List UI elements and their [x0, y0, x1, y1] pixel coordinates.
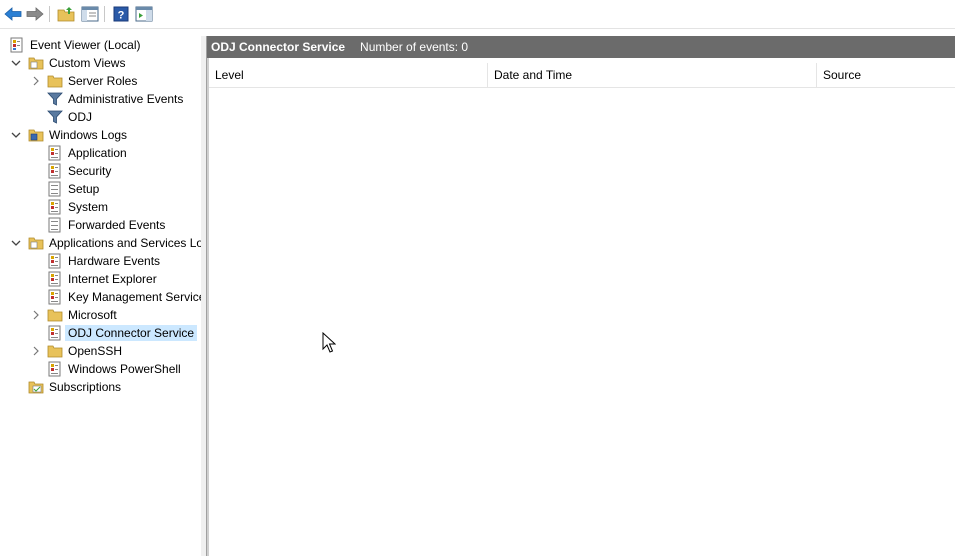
- tree-item-label: Microsoft: [68, 308, 117, 322]
- tree-item-label: Windows Logs: [49, 128, 128, 142]
- folder-icon: [28, 55, 44, 71]
- chevron-right-icon[interactable]: [31, 346, 41, 356]
- tree-item-label: System: [68, 200, 109, 214]
- event-log-icon: [47, 325, 63, 341]
- tree-item-server-roles[interactable]: Server Roles: [3, 72, 201, 90]
- folder-icon: [47, 343, 63, 359]
- tree-item-applications-and-services-logs[interactable]: Applications and Services Lo: [3, 234, 201, 252]
- event-count: Number of events: 0: [360, 40, 469, 54]
- subscriptions-icon: [28, 379, 44, 395]
- folder-icon: [47, 307, 63, 323]
- tree-item-windows-powershell[interactable]: Windows PowerShell: [3, 360, 201, 378]
- forward-arrow-icon[interactable]: [25, 4, 45, 24]
- event-log-icon: [47, 271, 63, 287]
- event-viewer-icon: [9, 37, 25, 53]
- chevron-right-icon[interactable]: [31, 310, 41, 320]
- tree-item-label: Server Roles: [68, 74, 138, 88]
- tree-item-label: Setup: [68, 182, 100, 196]
- tree-item-application[interactable]: Application: [3, 144, 201, 162]
- tree-item-internet-explorer[interactable]: Internet Explorer: [3, 270, 201, 288]
- column-header-date-and-time[interactable]: Date and Time: [488, 63, 816, 87]
- event-list[interactable]: [209, 88, 955, 556]
- tree-item-label: Forwarded Events: [68, 218, 166, 232]
- tree-item-label: Key Management Service: [68, 290, 202, 304]
- chevron-down-icon[interactable]: [11, 238, 21, 248]
- toolbar-separator: [49, 6, 50, 22]
- tree-item-label: Hardware Events: [68, 254, 161, 268]
- folder-icon: [47, 73, 63, 89]
- console-tree: Event Viewer (Local) Custom Views Server…: [3, 36, 202, 556]
- tree-item-subscriptions[interactable]: Subscriptions: [3, 378, 201, 396]
- tree-item-label: ODJ: [68, 110, 92, 124]
- tree-item-windows-logs[interactable]: Windows Logs: [3, 126, 201, 144]
- tree-item-label: Event Viewer (Local): [30, 38, 141, 52]
- tree-item-label: Windows PowerShell: [68, 362, 181, 376]
- tree-item-odj-connector-service[interactable]: ODJ Connector Service: [3, 324, 201, 342]
- tree-item-openssh[interactable]: OpenSSH: [3, 342, 201, 360]
- filter-icon: [47, 109, 63, 125]
- folder-icon: [28, 235, 44, 251]
- tree-item-odj[interactable]: ODJ: [3, 108, 201, 126]
- tree-item-setup[interactable]: Setup: [3, 180, 201, 198]
- column-header-row: Level Date and Time Source: [209, 63, 955, 88]
- event-log-icon: [47, 217, 63, 233]
- tree-item-label: Custom Views: [49, 56, 126, 70]
- log-header-bar: ODJ Connector Service Number of events: …: [207, 36, 955, 58]
- show-hide-console-tree-icon[interactable]: [80, 4, 100, 24]
- tree-item-microsoft[interactable]: Microsoft: [3, 306, 201, 324]
- help-icon[interactable]: ?: [111, 4, 131, 24]
- mouse-cursor-icon: [322, 331, 337, 354]
- event-log-icon: [47, 163, 63, 179]
- toolbar-separator: [104, 6, 105, 22]
- tree-item-label: Application: [68, 146, 127, 160]
- svg-text:?: ?: [118, 10, 125, 22]
- event-log-icon: [47, 145, 63, 161]
- tree-item-label: Security: [68, 164, 112, 178]
- toolbar: ?: [0, 0, 955, 29]
- tree-item-security[interactable]: Security: [3, 162, 201, 180]
- chevron-down-icon[interactable]: [11, 58, 21, 68]
- chevron-down-icon[interactable]: [11, 130, 21, 140]
- show-hide-action-pane-icon[interactable]: [134, 4, 154, 24]
- tree-item-label: OpenSSH: [68, 344, 123, 358]
- tree-item-label: Internet Explorer: [68, 272, 157, 286]
- event-list-pane: ODJ Connector Service Number of events: …: [207, 36, 955, 556]
- column-header-level[interactable]: Level: [209, 63, 487, 87]
- tree-item-system[interactable]: System: [3, 198, 201, 216]
- filter-icon: [47, 91, 63, 107]
- tree-item-key-management-service[interactable]: Key Management Service: [3, 288, 201, 306]
- up-folder-icon[interactable]: [56, 4, 76, 24]
- tree-item-label: Subscriptions: [49, 380, 122, 394]
- tree-item-event-viewer[interactable]: Event Viewer (Local): [3, 36, 201, 54]
- log-title: ODJ Connector Service: [211, 40, 346, 54]
- event-log-icon: [47, 181, 63, 197]
- back-arrow-icon[interactable]: [3, 4, 23, 24]
- tree-item-label: ODJ Connector Service: [65, 325, 198, 341]
- event-log-icon: [47, 361, 63, 377]
- column-header-source[interactable]: Source: [817, 63, 955, 87]
- tree-item-hardware-events[interactable]: Hardware Events: [3, 252, 201, 270]
- tree-item-custom-views[interactable]: Custom Views: [3, 54, 201, 72]
- chevron-right-icon[interactable]: [31, 76, 41, 86]
- folder-icon: [28, 127, 44, 143]
- event-log-icon: [47, 253, 63, 269]
- tree-item-label: Administrative Events: [68, 92, 184, 106]
- tree-item-forwarded-events[interactable]: Forwarded Events: [3, 216, 201, 234]
- event-log-icon: [47, 289, 63, 305]
- tree-item-label: Applications and Services Lo: [49, 236, 202, 250]
- tree-item-administrative-events[interactable]: Administrative Events: [3, 90, 201, 108]
- event-log-icon: [47, 199, 63, 215]
